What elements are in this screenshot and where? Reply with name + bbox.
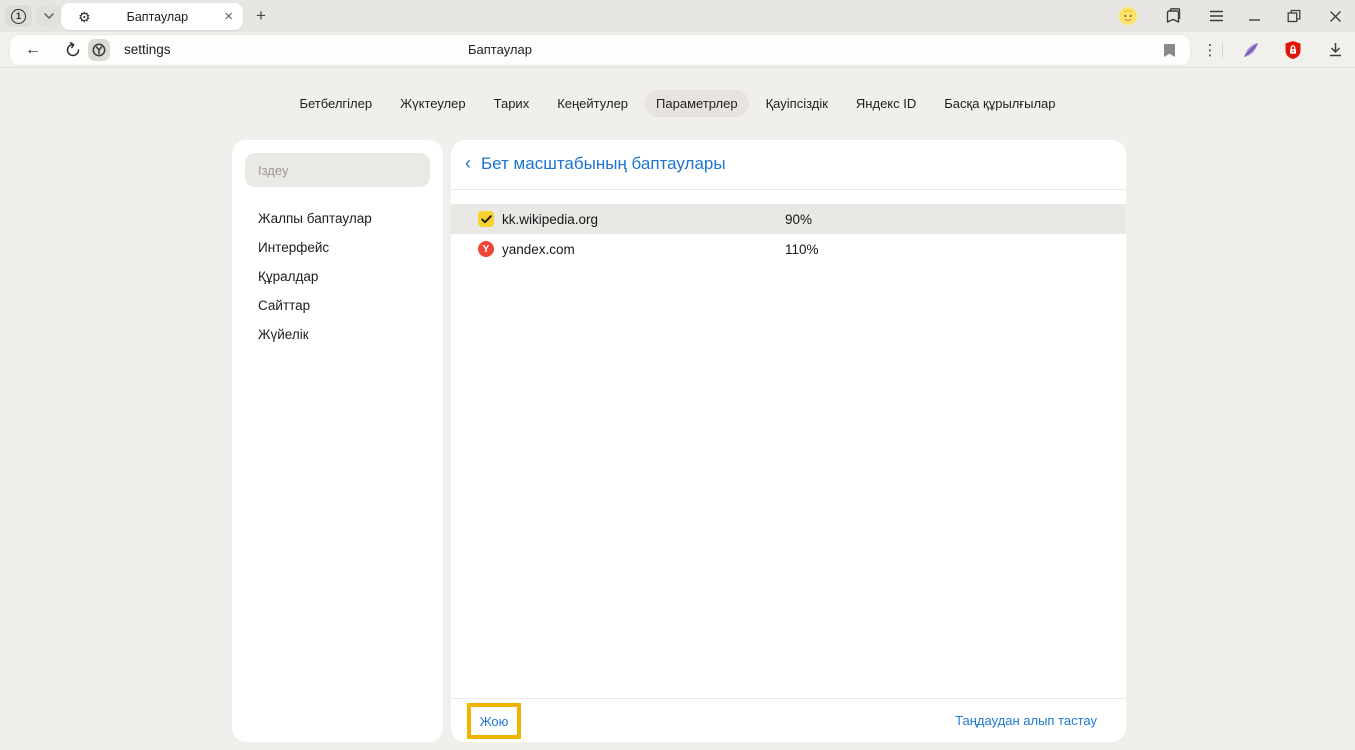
yandex-pen-extension-button[interactable] xyxy=(1240,39,1262,61)
profile-avatar[interactable] xyxy=(1118,6,1138,26)
download-icon xyxy=(1328,42,1343,58)
settings-gear-icon: ⚙ xyxy=(78,10,91,24)
page-zoom-settings-panel: ‹ Бет масштабының баптаулары kk.wikipedi… xyxy=(451,140,1126,742)
tab-settings[interactable]: Параметрлер xyxy=(645,90,749,117)
zoom-site-list: kk.wikipedia.org 90% Y yandex.com 110% xyxy=(451,204,1126,264)
tab-other-devices[interactable]: Басқа құрылғылар xyxy=(933,90,1066,117)
deselect-all-link[interactable]: Таңдаудан алып тастау xyxy=(955,713,1097,728)
sidebar-item-sites[interactable]: Сайттар xyxy=(232,291,443,320)
close-window-button[interactable] xyxy=(1325,6,1345,26)
hamburger-menu-icon xyxy=(1209,10,1224,22)
url-text[interactable]: settings xyxy=(124,42,171,57)
browser-menu-button[interactable] xyxy=(1206,6,1226,26)
close-icon xyxy=(1329,10,1342,23)
reload-button[interactable] xyxy=(62,39,84,61)
sidebar-item-system[interactable]: Жүйелік xyxy=(232,320,443,349)
tab-downloads[interactable]: Жүктеулер xyxy=(389,90,477,117)
delete-button-highlight-box: Жою xyxy=(467,703,521,739)
panel-header: ‹ Бет масштабының баптаулары xyxy=(451,140,1126,190)
tab-yandex-id[interactable]: Яндекс ID xyxy=(845,90,927,117)
zoom-row-wikipedia[interactable]: kk.wikipedia.org 90% xyxy=(451,204,1126,234)
settings-nav-tabs: Бетбелгілер Жүктеулер Тарих Кеңейтулер П… xyxy=(0,90,1355,117)
site-identity-badge[interactable] xyxy=(88,39,110,61)
restore-icon xyxy=(1287,9,1301,23)
extensions-more-button[interactable]: ⋮ xyxy=(1199,39,1221,61)
bookmark-icon xyxy=(1163,43,1176,58)
sidebar-search-box[interactable] xyxy=(245,153,430,187)
yandex-favicon-icon: Y xyxy=(478,241,494,257)
settings-sidebar: Жалпы баптаулар Интерфейс Құралдар Сайтт… xyxy=(232,140,443,742)
sidebar-item-tools[interactable]: Құралдар xyxy=(232,262,443,291)
tab-extensions[interactable]: Кеңейтулер xyxy=(546,90,639,117)
bookmark-button[interactable] xyxy=(1159,40,1179,60)
address-bar[interactable]: ← settings Баптаулар xyxy=(10,35,1190,65)
site-zoom-value: 110% xyxy=(785,242,819,257)
tab-bookmarks[interactable]: Бетбелгілер xyxy=(288,90,383,117)
sidebar-item-general[interactable]: Жалпы баптаулар xyxy=(232,204,443,233)
back-chevron-icon[interactable]: ‹ xyxy=(465,154,471,174)
checkmark-icon xyxy=(481,215,492,224)
feather-icon xyxy=(1241,40,1261,60)
reload-icon xyxy=(65,42,81,58)
row-checkbox-checked[interactable] xyxy=(478,211,494,227)
titlebar: 1 ⚙ Баптаулар × + xyxy=(0,0,1355,32)
downloads-button[interactable] xyxy=(1324,39,1346,61)
shield-lock-icon xyxy=(1284,40,1302,60)
tabs-panel-button[interactable] xyxy=(1163,6,1183,26)
sidebar-section-list: Жалпы баптаулар Интерфейс Құралдар Сайтт… xyxy=(232,204,443,349)
tab-history[interactable]: Тарих xyxy=(483,90,541,117)
active-browser-tab[interactable]: ⚙ Баптаулар × xyxy=(61,3,243,30)
delete-button[interactable]: Жою xyxy=(480,714,509,729)
tab-count-button[interactable]: 1 xyxy=(5,5,32,27)
minimize-icon xyxy=(1248,10,1261,22)
avatar-icon xyxy=(1118,6,1138,26)
back-button[interactable]: ← xyxy=(22,39,44,61)
yandex-browser-icon xyxy=(92,43,106,57)
page-title[interactable]: Бет масштабының баптаулары xyxy=(481,154,726,174)
minimize-window-button[interactable] xyxy=(1244,6,1264,26)
site-domain: yandex.com xyxy=(502,242,575,257)
chevron-down-icon xyxy=(44,13,54,19)
tab-list-chevron-button[interactable] xyxy=(36,5,61,27)
tab-count-badge: 1 xyxy=(11,9,26,24)
zoom-row-yandex[interactable]: Y yandex.com 110% xyxy=(451,234,1126,264)
site-domain: kk.wikipedia.org xyxy=(502,212,598,227)
close-tab-icon[interactable]: × xyxy=(224,9,233,24)
toolbar-divider xyxy=(1222,42,1223,58)
tab-security[interactable]: Қауіпсіздік xyxy=(755,90,839,117)
protect-button[interactable] xyxy=(1282,39,1304,61)
restore-window-button[interactable] xyxy=(1284,6,1304,26)
sidebar-item-interface[interactable]: Интерфейс xyxy=(232,233,443,262)
site-zoom-value: 90% xyxy=(785,212,812,227)
vertical-dots-icon: ⋮ xyxy=(1203,41,1218,59)
omnibox-page-title: Баптаулар xyxy=(468,42,532,57)
collections-bookmark-icon xyxy=(1164,7,1182,25)
new-tab-button[interactable]: + xyxy=(249,4,273,28)
toolbar: ← settings Баптаулар xyxy=(0,32,1355,68)
panel-footer: Жою Таңдаудан алып тастау xyxy=(451,698,1126,742)
tab-title: Баптаулар xyxy=(91,10,225,24)
search-input[interactable] xyxy=(245,163,430,178)
